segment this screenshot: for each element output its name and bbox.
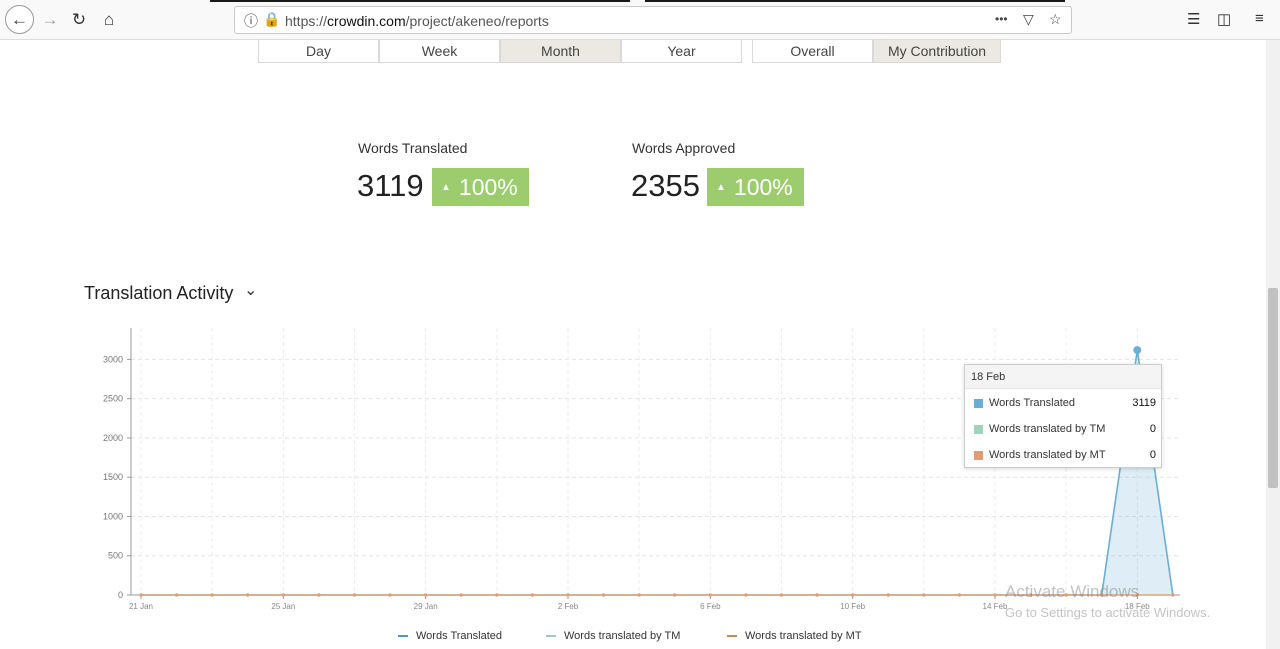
series-words-translated-point: [1133, 346, 1142, 355]
y-tick-label: 0: [118, 590, 123, 600]
pocket-icon[interactable]: ▽: [1023, 11, 1034, 28]
section-title[interactable]: Translation Activity: [84, 283, 233, 304]
legend-line-marker: [398, 635, 408, 637]
series-words-translated-by-mt-point: [673, 593, 677, 597]
legend-item-words-translated-by-tm[interactable]: Words translated by TM: [546, 630, 680, 642]
tooltip-row: Words translated by MT 0: [974, 448, 1156, 462]
tab-day[interactable]: Day: [258, 40, 379, 63]
tooltip-date: 18 Feb: [965, 365, 1161, 389]
series-words-translated-by-mt-point: [352, 593, 357, 597]
windows-activation-watermark-hint: Go to Settings to activate Windows.: [1005, 605, 1211, 620]
vertical-scrollbar[interactable]: [1266, 40, 1280, 649]
chart-legend: Words Translated Words translated by TM …: [0, 630, 1266, 646]
words-approved-change-badge: ▲ 100%: [707, 168, 804, 206]
arrow-up-icon: ▲: [716, 181, 726, 193]
series-words-translated-by-mt-point: [210, 593, 214, 597]
series-words-translated-by-mt-point: [317, 593, 321, 597]
tooltip-swatch: [974, 424, 983, 434]
series-words-translated-by-mt-point: [246, 593, 250, 597]
tab-overall[interactable]: Overall: [752, 40, 873, 63]
series-words-translated-by-mt-point: [1171, 593, 1175, 597]
y-tick-label: 3000: [103, 354, 123, 364]
words-approved-value: 2355: [631, 168, 700, 203]
bookmark-star-icon[interactable]: ☆: [1049, 11, 1062, 28]
x-tick-label: 21 Jan: [129, 602, 153, 611]
series-words-translated-by-mt-point: [566, 593, 570, 597]
scrollbar-thumb[interactable]: [1268, 288, 1278, 488]
x-tick-label: 10 Feb: [840, 602, 865, 611]
y-tick-label: 500: [108, 551, 123, 561]
tab-strip-edge: [645, 0, 1065, 2]
legend-line-marker: [546, 635, 556, 637]
tooltip-swatch: [974, 450, 983, 460]
menu-icon[interactable]: ≡: [1255, 10, 1264, 27]
tab-year[interactable]: Year: [621, 40, 742, 63]
chevron-down-icon[interactable]: ⌄: [244, 280, 257, 300]
y-tick-label: 1000: [103, 511, 123, 521]
browser-toolbar: ← → ↻ ⌂ ⓘ 🔒 https://crowdin.com/project/…: [0, 0, 1280, 40]
series-words-translated-by-mt-point: [424, 593, 428, 597]
forward-icon[interactable]: →: [37, 7, 63, 33]
tooltip-row: Words translated by TM 0: [974, 422, 1156, 436]
series-words-translated-by-mt-point: [708, 593, 712, 597]
series-words-translated-by-mt-point: [459, 593, 463, 597]
series-words-translated-by-mt-point: [637, 593, 641, 597]
series-words-translated-by-mt-point: [886, 593, 890, 597]
x-tick-label: 2 Feb: [558, 602, 579, 611]
url-text[interactable]: https://crowdin.com/project/akeneo/repor…: [285, 13, 549, 29]
tab-month[interactable]: Month: [500, 40, 621, 63]
words-translated-change-badge: ▲ 100%: [432, 168, 529, 206]
words-translated-label: Words Translated: [358, 140, 468, 156]
chart-tooltip: 18 Feb Words Translated 3119 Words trans…: [964, 364, 1162, 468]
y-tick-label: 2000: [103, 433, 123, 443]
arrow-up-icon: ▲: [441, 181, 451, 193]
words-translated-value: 3119: [357, 168, 424, 203]
library-icon[interactable]: ☰: [1187, 10, 1200, 28]
page-content: Day Week Month Year Overall My Contribut…: [0, 40, 1266, 649]
back-icon[interactable]: ←: [5, 5, 34, 34]
tooltip-row: Words Translated 3119: [974, 396, 1156, 410]
series-words-translated-by-mt-point: [957, 593, 961, 597]
home-icon[interactable]: ⌂: [96, 7, 122, 33]
x-tick-label: 29 Jan: [414, 602, 438, 611]
series-words-translated-by-mt-point: [601, 593, 606, 597]
x-tick-label: 25 Jan: [271, 602, 295, 611]
series-words-translated-by-mt-point: [495, 593, 499, 597]
lock-icon[interactable]: 🔒: [263, 11, 280, 28]
reload-icon[interactable]: ↻: [66, 7, 92, 33]
tab-week[interactable]: Week: [379, 40, 500, 63]
page-actions-icon[interactable]: •••: [995, 12, 1008, 26]
y-tick-label: 2500: [103, 394, 123, 404]
series-words-translated-by-mt-point: [530, 593, 535, 597]
legend-line-marker: [727, 635, 737, 637]
x-tick-label: 6 Feb: [700, 602, 721, 611]
url-bar[interactable]: ⓘ 🔒 https://crowdin.com/project/akeneo/r…: [234, 6, 1072, 34]
series-words-translated-by-mt-point: [744, 593, 748, 597]
series-words-translated-by-mt-point: [281, 593, 285, 597]
info-icon[interactable]: ⓘ: [244, 11, 258, 31]
y-tick-label: 1500: [103, 472, 123, 482]
tab-my-contribution[interactable]: My Contribution: [873, 40, 1001, 63]
series-words-translated-by-mt-point: [779, 593, 784, 597]
windows-activation-watermark: Activate Windows: [1005, 582, 1140, 601]
series-words-translated-by-mt-point: [851, 593, 855, 597]
legend-item-words-translated-by-mt[interactable]: Words translated by MT: [727, 630, 862, 642]
series-words-translated-by-mt-point: [388, 593, 392, 597]
tab-strip-edge: [210, 0, 630, 2]
series-words-translated-by-mt-point: [815, 593, 819, 597]
series-words-translated-by-mt-point: [174, 593, 179, 597]
series-words-translated-by-mt-point: [139, 593, 143, 597]
series-words-translated-by-mt-point: [922, 593, 926, 597]
sidebar-icon[interactable]: ◫: [1217, 10, 1231, 28]
legend-item-words-translated[interactable]: Words Translated: [398, 630, 502, 642]
words-approved-label: Words Approved: [632, 140, 736, 156]
series-words-translated-by-mt-point: [993, 593, 997, 597]
tooltip-swatch: [974, 398, 983, 408]
